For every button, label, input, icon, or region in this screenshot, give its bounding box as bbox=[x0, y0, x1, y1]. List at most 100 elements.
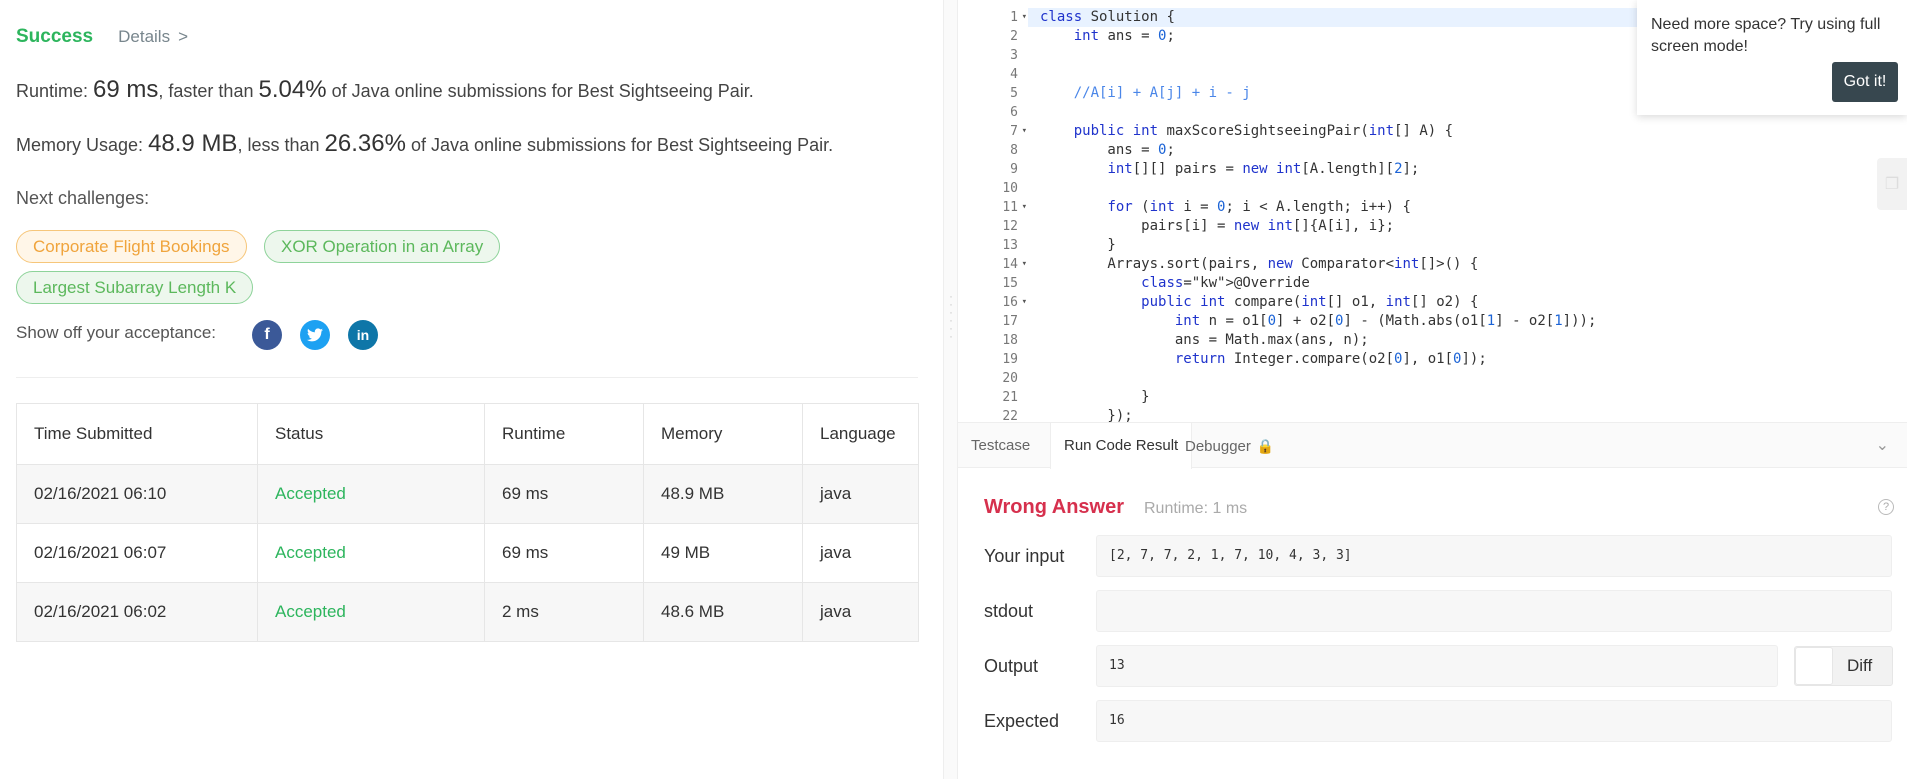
got-it-button[interactable]: Got it! bbox=[1832, 62, 1898, 102]
line-number: 18 bbox=[958, 331, 1028, 350]
code-line[interactable]: Arrays.sort(pairs, new Comparator<int[]>… bbox=[1028, 255, 1907, 274]
chevron-down-icon[interactable]: ⌄ bbox=[1876, 435, 1889, 455]
cell-status-link[interactable]: Accepted bbox=[257, 464, 485, 524]
challenge-tag-largest-subarray[interactable]: Largest Subarray Length K bbox=[16, 271, 254, 304]
line-number: 19 bbox=[958, 350, 1028, 369]
code-line[interactable] bbox=[1028, 179, 1907, 198]
line-number-text: 8 bbox=[1010, 143, 1018, 158]
lock-icon: 🔒 bbox=[1256, 438, 1275, 454]
code-line[interactable]: } bbox=[1028, 236, 1907, 255]
facebook-icon[interactable]: f bbox=[252, 320, 282, 350]
line-number-text: 9 bbox=[1010, 162, 1018, 177]
code-line[interactable]: public int compare(int[] o1, int[] o2) { bbox=[1028, 293, 1907, 312]
result-status: Wrong Answer bbox=[984, 496, 1125, 518]
code-line-text: int n = o1[0] + o2[0] - (Math.abs(o1[1] … bbox=[1174, 313, 1597, 329]
code-line-text: ans = 0; bbox=[1040, 142, 1175, 158]
code-line-text: ans = Math.max(ans, n); bbox=[1040, 332, 1369, 348]
cell-language: java bbox=[802, 464, 919, 524]
code-line-text: int[][] pairs = new int[A.length][2]; bbox=[1107, 161, 1420, 177]
details-link[interactable]: Details bbox=[118, 27, 170, 47]
tab-testcase[interactable]: Testcase bbox=[958, 423, 1043, 469]
code-line-text: } bbox=[1040, 389, 1150, 405]
tab-debugger[interactable]: Debugger 🔒 bbox=[1172, 423, 1287, 469]
line-number: 4 bbox=[958, 65, 1028, 84]
memory-summary: Memory Usage: 48.9 MB, less than 26.36% … bbox=[16, 130, 833, 158]
runtime-percent: 5.04% bbox=[258, 76, 327, 103]
fold-toggle-icon[interactable]: ▾ bbox=[1022, 255, 1027, 274]
cell-memory: 49 MB bbox=[643, 523, 803, 583]
line-number: 2 bbox=[958, 27, 1028, 46]
output-value: 13 bbox=[1096, 645, 1778, 687]
col-memory[interactable]: Memory bbox=[643, 403, 803, 465]
code-line[interactable]: int n = o1[0] + o2[0] - (Math.abs(o1[1] … bbox=[1028, 312, 1907, 331]
code-line[interactable] bbox=[1028, 369, 1907, 388]
memory-value: 48.9 MB bbox=[148, 130, 238, 157]
runtime-label: Runtime: bbox=[16, 81, 89, 101]
line-number: 10 bbox=[958, 179, 1028, 198]
cell-runtime: 2 ms bbox=[484, 582, 644, 642]
memory-label: Memory Usage: bbox=[16, 135, 144, 155]
help-icon[interactable]: ? bbox=[1878, 499, 1894, 515]
code-line-text: for (int i = 0; i < A.length; i++) { bbox=[1107, 199, 1411, 215]
share-label: Show off your acceptance: bbox=[16, 323, 217, 342]
cell-status-link[interactable]: Accepted bbox=[257, 523, 485, 583]
line-number-text: 10 bbox=[1002, 181, 1018, 196]
twitter-icon[interactable] bbox=[300, 320, 330, 350]
code-line[interactable]: return Integer.compare(o2[0], o1[0]); bbox=[1028, 350, 1907, 369]
line-number-text: 4 bbox=[1010, 67, 1018, 82]
line-number: 11 ▾ bbox=[958, 198, 1028, 217]
line-number: 8 bbox=[958, 141, 1028, 160]
line-number-text: 5 bbox=[1010, 86, 1018, 101]
line-number: 16 ▾ bbox=[958, 293, 1028, 312]
code-line[interactable]: for (int i = 0; i < A.length; i++) { bbox=[1028, 198, 1907, 217]
code-line[interactable]: int[][] pairs = new int[A.length][2]; bbox=[1028, 160, 1907, 179]
line-number-text: 21 bbox=[1002, 390, 1018, 405]
fold-toggle-icon[interactable]: ▾ bbox=[1022, 8, 1027, 27]
fold-toggle-icon[interactable]: ▾ bbox=[1022, 122, 1027, 141]
cell-status-link[interactable]: Accepted bbox=[257, 582, 485, 642]
code-line-text: class="kw">@Override bbox=[1141, 275, 1310, 291]
code-line-text: int ans = 0; bbox=[1073, 28, 1175, 44]
code-line[interactable]: ans = Math.max(ans, n); bbox=[1028, 331, 1907, 350]
memory-compare: , less than bbox=[237, 135, 320, 155]
challenge-tag-xor-operation[interactable]: XOR Operation in an Array bbox=[264, 230, 501, 263]
code-line[interactable]: }); bbox=[1028, 407, 1907, 422]
challenge-tag-corporate-flight-bookings[interactable]: Corporate Flight Bookings bbox=[16, 230, 247, 263]
fold-toggle-icon[interactable]: ▾ bbox=[1022, 198, 1027, 217]
fullscreen-tip-text: Need more space? Try using full screen m… bbox=[1651, 16, 1881, 55]
code-line[interactable]: pairs[i] = new int[]{A[i], i}; bbox=[1028, 217, 1907, 236]
line-number: 20 bbox=[958, 369, 1028, 388]
line-number-text: 2 bbox=[1010, 29, 1018, 44]
line-number: 22 bbox=[958, 407, 1028, 422]
line-number-text: 12 bbox=[1002, 219, 1018, 234]
diff-toggle[interactable]: Diff bbox=[1794, 646, 1893, 686]
tab-run-code-result[interactable]: Run Code Result bbox=[1050, 423, 1193, 469]
linkedin-icon[interactable]: in bbox=[348, 320, 378, 350]
runtime-tail: of Java online submissions for Best Sigh… bbox=[331, 81, 754, 101]
pane-resize-handle[interactable]: · · · · · · bbox=[944, 0, 958, 779]
twitter-bird-glyph bbox=[307, 328, 323, 342]
col-status[interactable]: Status bbox=[257, 403, 485, 465]
success-status: Success bbox=[16, 26, 94, 47]
col-runtime[interactable]: Runtime bbox=[484, 403, 644, 465]
code-line[interactable]: ans = 0; bbox=[1028, 141, 1907, 160]
result-runtime: Runtime: 1 ms bbox=[1144, 500, 1248, 517]
console-tabs: Testcase Run Code Result Debugger 🔒 ⌄ bbox=[958, 422, 1907, 469]
line-number-text: 1 bbox=[1010, 10, 1018, 25]
tab-debugger-label: Debugger bbox=[1185, 438, 1251, 455]
line-number-gutter: 1 ▾ 2 3 4 5 6 7 ▾ 8 9 10 11 ▾ 12 13 14 ▾ 15 16 ▾ 17 18 19 20 21 22 bbox=[958, 8, 1028, 422]
copy-icon[interactable]: ❐ bbox=[1877, 158, 1907, 210]
code-line-text: public int compare(int[] o1, int[] o2) { bbox=[1141, 294, 1479, 310]
cell-runtime: 69 ms bbox=[484, 523, 644, 583]
drag-handle-icon: · · · · · · bbox=[949, 289, 953, 343]
stdout-value bbox=[1096, 590, 1892, 632]
code-line[interactable]: public int maxScoreSightseeingPair(int[]… bbox=[1028, 122, 1907, 141]
line-number-text: 7 bbox=[1010, 124, 1018, 139]
code-line-text: Arrays.sort(pairs, new Comparator<int[]>… bbox=[1040, 256, 1479, 272]
code-line[interactable]: } bbox=[1028, 388, 1907, 407]
col-time-submitted[interactable]: Time Submitted bbox=[16, 403, 258, 465]
fold-toggle-icon[interactable]: ▾ bbox=[1022, 293, 1027, 312]
col-language[interactable]: Language bbox=[802, 403, 919, 465]
code-line[interactable]: class="kw">@Override bbox=[1028, 274, 1907, 293]
cell-language: java bbox=[802, 582, 919, 642]
